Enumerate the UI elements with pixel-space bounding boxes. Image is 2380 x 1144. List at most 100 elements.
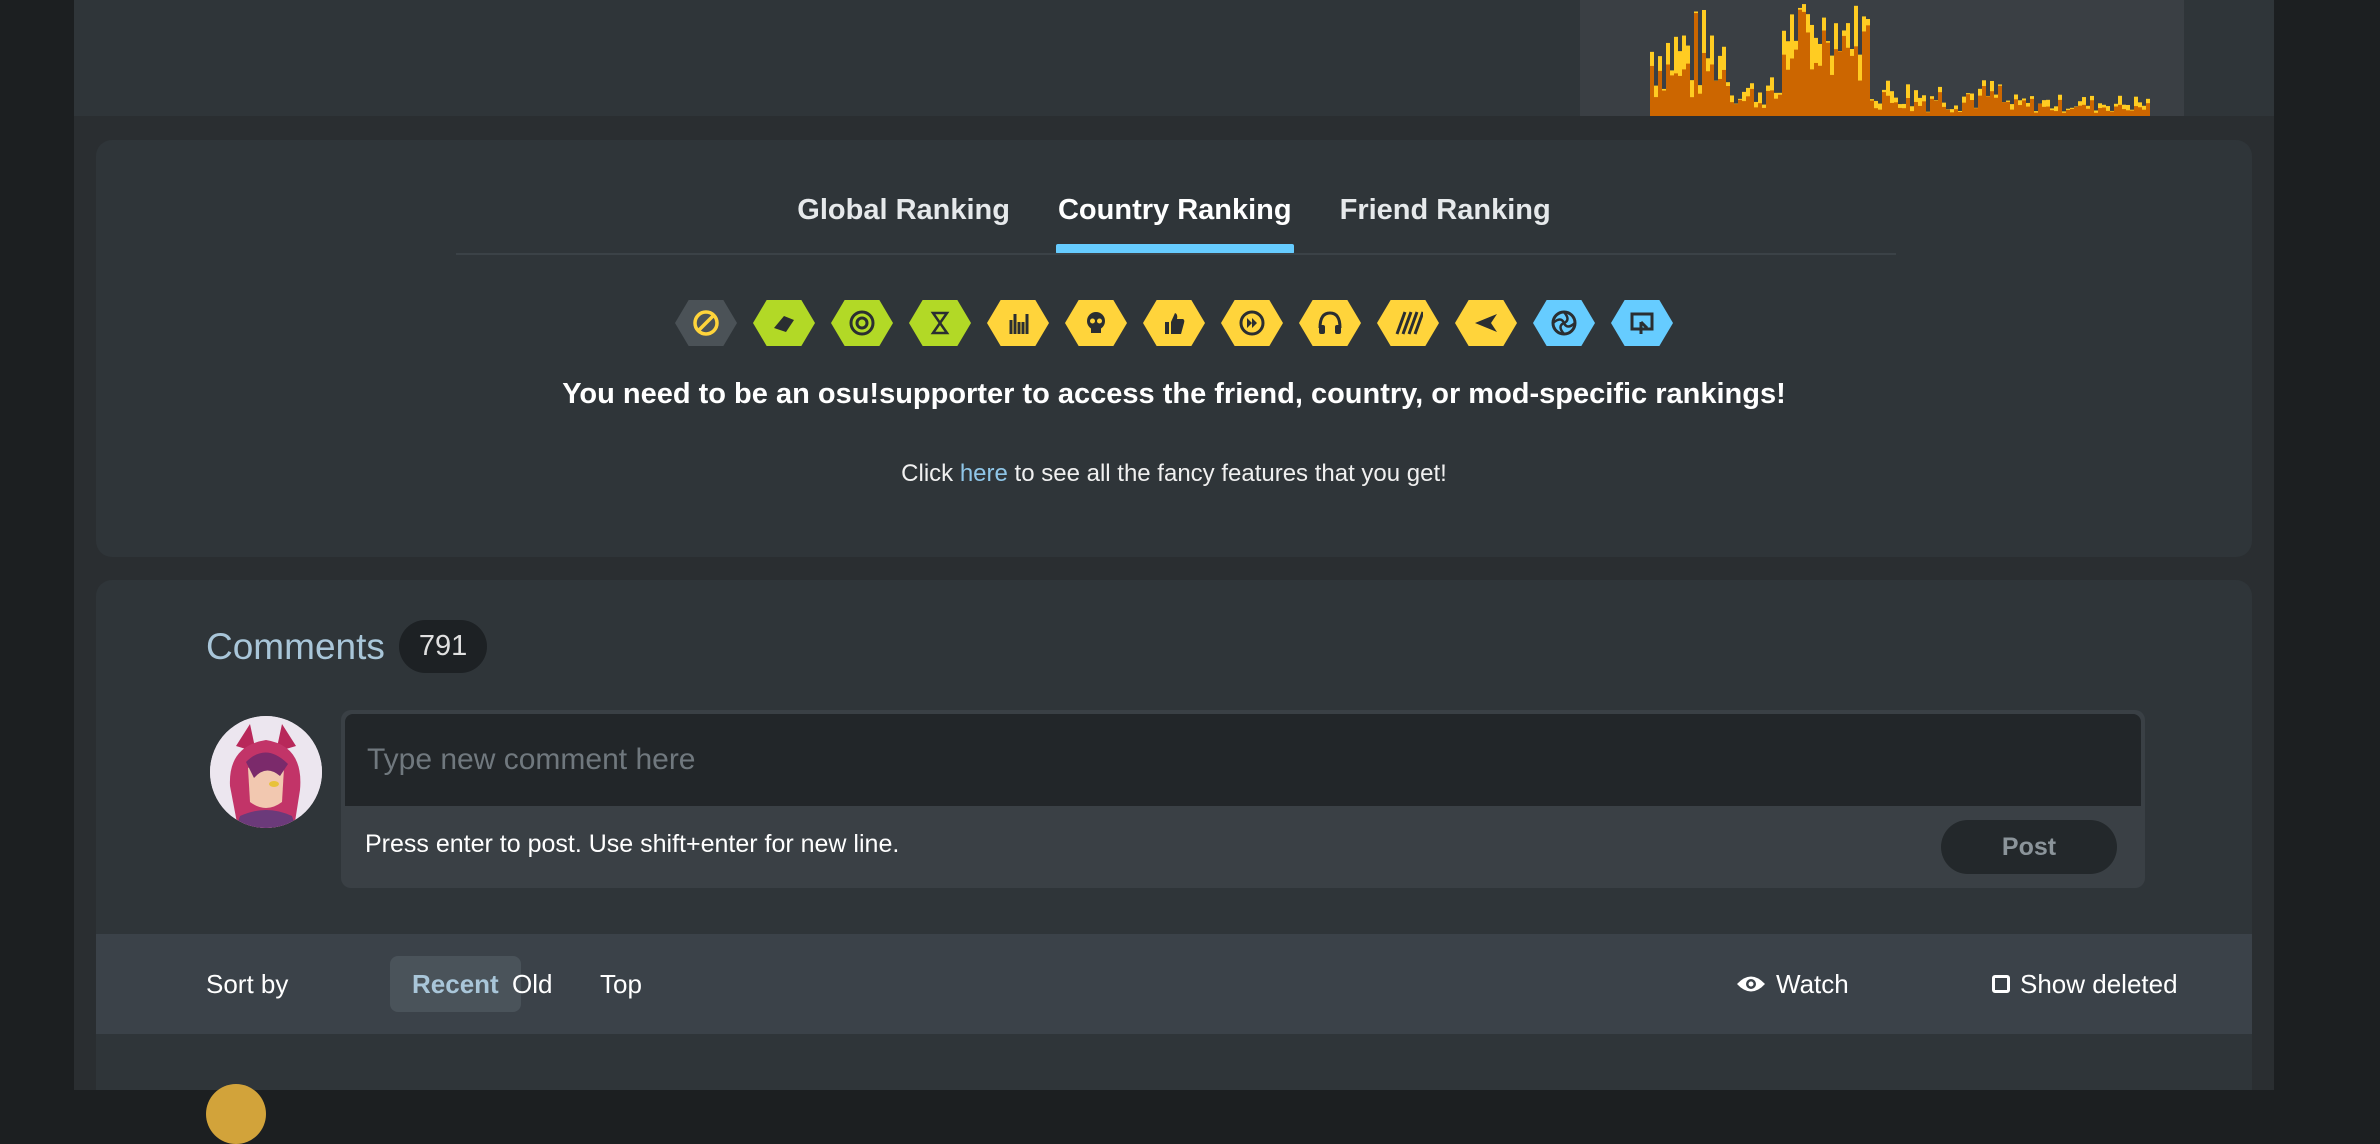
- graph-bar-fail: [1922, 101, 1926, 116]
- comment-input[interactable]: [345, 714, 2141, 806]
- graph-bar-fail: [1918, 105, 1922, 116]
- graph-bar-fail: [1826, 42, 1830, 116]
- graph-bar-fail: [2114, 106, 2118, 116]
- graph-bar-fail: [1742, 101, 1746, 116]
- graph-bar-fail: [1846, 47, 1850, 116]
- comments-header: Comments 791: [206, 620, 488, 673]
- graph-bar-fail: [1970, 100, 1974, 116]
- post-button[interactable]: Post: [1941, 820, 2117, 874]
- graph-bar-fail: [1734, 104, 1738, 116]
- tabs-divider: [456, 253, 1896, 255]
- watch-button[interactable]: Watch: [1736, 934, 1849, 1034]
- sudden-death-icon[interactable]: [1065, 300, 1127, 346]
- avatar[interactable]: [210, 716, 322, 828]
- graph-bar-fail: [2018, 105, 2022, 116]
- graph-bar-fail: [1810, 69, 1814, 116]
- show-deleted-toggle[interactable]: Show deleted: [1992, 934, 2178, 1034]
- graph-bar-fail: [1814, 62, 1818, 116]
- graph-bar-fail: [1886, 95, 1890, 116]
- touch-device-icon[interactable]: [1611, 300, 1673, 346]
- graph-bar-fail: [1662, 90, 1666, 116]
- hard-rock-icon[interactable]: [987, 300, 1049, 346]
- graph-bar-fail: [2050, 110, 2054, 116]
- half-time-icon[interactable]: [909, 300, 971, 346]
- graph-bar-fail: [2126, 110, 2130, 116]
- graph-bar-fail: [1654, 97, 1658, 116]
- graph-bar-fail: [1834, 49, 1838, 116]
- graph-bar-fail: [2074, 106, 2078, 116]
- graph-bar-fail: [1882, 92, 1886, 116]
- graph-bar-fail: [1914, 101, 1918, 116]
- editor-hint: Press enter to post. Use shift+enter for…: [365, 830, 900, 858]
- graph-bar-fail: [2146, 103, 2150, 116]
- tab-global-ranking[interactable]: Global Ranking: [795, 190, 1012, 246]
- graph-bar-fail: [1954, 109, 1958, 116]
- graph-bar-fail: [1934, 100, 1938, 116]
- easy-icon[interactable]: [753, 300, 815, 346]
- flashlight-icon[interactable]: [1377, 300, 1439, 346]
- mod-filter: [96, 300, 2252, 346]
- graph-bar-fail: [2130, 110, 2134, 116]
- hidden-icon[interactable]: [1299, 300, 1361, 346]
- graph-bar-fail: [1818, 65, 1822, 116]
- click-suffix: to see all the fancy features that you g…: [1014, 460, 1447, 487]
- sort-top-button[interactable]: Top: [578, 956, 664, 1012]
- tab-friend-ranking[interactable]: Friend Ranking: [1338, 190, 1553, 246]
- graph-bar-fail: [2106, 110, 2110, 116]
- comments-panel: Comments 791 Press enter to post. Use sh…: [96, 580, 2252, 1144]
- graph-bar-fail: [1898, 107, 1902, 116]
- checkbox-icon[interactable]: [1992, 975, 2010, 993]
- graph-bar-fail: [2078, 105, 2082, 116]
- graph-bar-fail: [1994, 97, 1998, 116]
- graph-bar-fail: [1746, 96, 1750, 116]
- graph-bar-fail: [1830, 74, 1834, 116]
- graph-bar-fail: [1966, 94, 1970, 116]
- graph-bar-fail: [1982, 86, 1986, 116]
- graph-bar-fail: [1758, 103, 1762, 116]
- graph-bar-fail: [1990, 91, 1994, 116]
- graph-bar-fail: [1962, 102, 1966, 116]
- graph-bar-fail: [2122, 109, 2126, 116]
- double-time-icon[interactable]: [1221, 300, 1283, 346]
- graph-bar-fail: [1806, 32, 1810, 116]
- graph-bar-fail: [1906, 98, 1910, 116]
- perfect-icon[interactable]: [1143, 300, 1205, 346]
- graph-bar-fail: [2038, 103, 2042, 116]
- sort-old-button[interactable]: Old: [490, 956, 574, 1012]
- spun-out-icon[interactable]: [1455, 300, 1517, 346]
- graph-bar-fail: [1702, 52, 1706, 116]
- graph-bar-fail: [1714, 80, 1718, 116]
- relax-icon[interactable]: [1533, 300, 1595, 346]
- graph-bar-fail: [1766, 90, 1770, 116]
- graph-bar-fail: [2026, 106, 2030, 116]
- graph-bar-fail: [1930, 98, 1934, 116]
- graph-bar-fail: [1726, 86, 1730, 116]
- click-prefix: Click: [901, 460, 954, 487]
- graph-bar-fail: [1786, 69, 1790, 116]
- graph-bar-fail: [1938, 92, 1942, 116]
- graph-bar-fail: [1790, 58, 1794, 116]
- graph-bar-fail: [2014, 99, 2018, 116]
- show-deleted-label: Show deleted: [2020, 968, 2178, 999]
- graph-bar-fail: [1958, 111, 1962, 116]
- graph-bar-fail: [2054, 111, 2058, 116]
- graph-bar-fail: [1878, 109, 1882, 116]
- next-comment-avatar[interactable]: [206, 1084, 266, 1144]
- supporter-here-link[interactable]: here: [960, 460, 1008, 487]
- tab-country-ranking[interactable]: Country Ranking: [1055, 190, 1294, 254]
- graph-bar-fail: [2070, 108, 2074, 116]
- graph-bar-fail: [1850, 55, 1854, 116]
- graph-bar-fail: [1674, 73, 1678, 116]
- graph-bar-fail: [1842, 35, 1846, 116]
- graph-bar-fail: [1718, 78, 1722, 116]
- graph-bar-fail: [1754, 107, 1758, 116]
- graph-bar-fail: [1950, 112, 1954, 116]
- graph-bar-fail: [1690, 97, 1694, 116]
- no-mod-icon[interactable]: [675, 300, 737, 346]
- no-fail-icon[interactable]: [831, 300, 893, 346]
- graph-bar-fail: [2062, 112, 2066, 116]
- graph-bar-fail: [2010, 109, 2014, 116]
- graph-bar-fail: [2098, 108, 2102, 116]
- graph-bar-fail: [1774, 98, 1778, 116]
- graph-bar-fail: [1822, 30, 1826, 116]
